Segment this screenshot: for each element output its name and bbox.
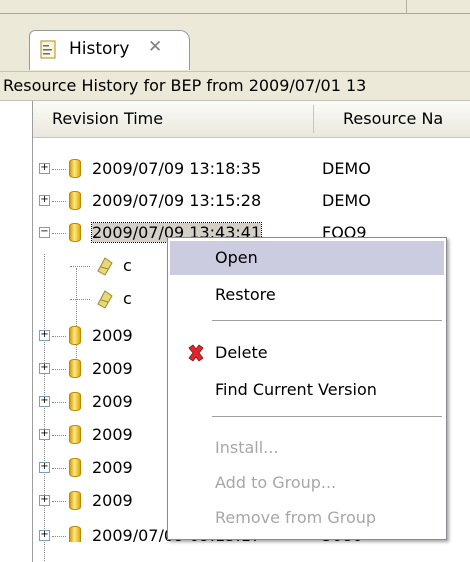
top-panel-strip (0, 0, 470, 13)
resource-file-icon (97, 257, 113, 276)
history-description: Resource History for BEP from 2009/07/01… (3, 76, 367, 95)
collapse-icon[interactable]: − (39, 227, 50, 238)
database-icon (69, 359, 81, 378)
history-description-bar: Resource History for BEP from 2009/07/01… (0, 71, 470, 101)
tree-connector (70, 299, 90, 300)
column-header-revision-time[interactable]: Revision Time (52, 109, 163, 128)
tree-connector (70, 266, 90, 267)
menu-item-label: Restore (215, 285, 276, 304)
revision-time: 2009 (92, 392, 133, 411)
close-icon[interactable]: ✕ (148, 37, 162, 57)
tree-connector (52, 336, 66, 337)
expand-icon[interactable]: + (39, 330, 50, 341)
tree-connector (52, 169, 66, 170)
menu-item-label: Delete (215, 343, 268, 362)
revision-time: 2009 (92, 425, 133, 444)
resource-name: DEMO (322, 159, 371, 178)
menu-separator (212, 320, 442, 321)
menu-item-install[interactable]: Install... (170, 431, 444, 465)
revision-time: 2009/07/09 13:15:28 (92, 191, 262, 210)
database-icon (69, 326, 81, 345)
expand-icon[interactable]: + (39, 429, 50, 440)
resource-name: DEMO (322, 191, 371, 210)
database-icon (69, 191, 81, 210)
menu-item-label: Add to Group... (215, 473, 337, 492)
table-row[interactable]: + 2009/07/09 13:15:28 DEMO (33, 185, 470, 217)
menu-item-remove-from-group[interactable]: Remove from Group (170, 501, 444, 535)
column-header-resource-name[interactable]: Resource Na (343, 109, 443, 128)
database-icon (69, 159, 81, 178)
database-icon (69, 526, 81, 542)
resource-file-icon (97, 290, 113, 309)
tree-connector (52, 468, 66, 469)
delete-x-icon (188, 344, 204, 362)
tree-connector (52, 402, 66, 403)
database-icon (69, 392, 81, 411)
tree-connector (52, 201, 66, 202)
revision-time: 2009/07/09 13:18:35 (92, 159, 262, 178)
history-view-icon (40, 40, 56, 59)
menu-item-restore[interactable]: Restore (170, 278, 444, 312)
history-tab[interactable]: History ✕ (29, 30, 190, 70)
revision-time: 2009 (92, 458, 133, 477)
revision-time: 2009 (92, 359, 133, 378)
child-label: c (123, 256, 132, 275)
context-menu: Open Restore Delete Find Current Version… (167, 237, 447, 540)
menu-item-open[interactable]: Open (170, 241, 444, 275)
tree-connector (52, 536, 66, 537)
menu-item-add-to-group[interactable]: Add to Group... (170, 466, 444, 500)
expand-icon[interactable]: + (39, 462, 50, 473)
database-icon (69, 491, 81, 510)
menu-item-delete[interactable]: Delete (170, 336, 444, 370)
tree-connector (52, 501, 66, 502)
column-separator[interactable] (313, 105, 314, 133)
expand-icon[interactable]: + (39, 495, 50, 506)
menu-item-label: Install... (215, 438, 279, 457)
expand-icon[interactable]: + (39, 530, 50, 541)
menu-item-label: Open (215, 248, 258, 267)
table-row[interactable]: + 2009/07/09 13:18:35 DEMO (33, 153, 470, 185)
database-icon (69, 458, 81, 477)
expand-icon[interactable]: + (39, 195, 50, 206)
expand-icon[interactable]: + (39, 396, 50, 407)
tab-title: History (69, 39, 130, 59)
view-tab-bar: History ✕ (0, 13, 470, 71)
menu-separator (212, 416, 442, 417)
tree-connector (52, 233, 66, 234)
menu-item-label: Find Current Version (215, 380, 377, 399)
child-label: c (123, 289, 132, 308)
table-header: Revision Time Resource Na (33, 101, 470, 138)
tree-connector (52, 369, 66, 370)
revision-time: 2009 (92, 491, 133, 510)
expand-icon[interactable]: + (39, 163, 50, 174)
tree-connector (52, 435, 66, 436)
expand-icon[interactable]: + (39, 363, 50, 374)
database-icon (69, 223, 81, 242)
menu-item-label: Remove from Group (215, 508, 377, 527)
menu-item-find-current-version[interactable]: Find Current Version (170, 373, 444, 407)
revision-time: 2009 (92, 326, 133, 345)
database-icon (69, 425, 81, 444)
panel-divider (406, 0, 407, 13)
